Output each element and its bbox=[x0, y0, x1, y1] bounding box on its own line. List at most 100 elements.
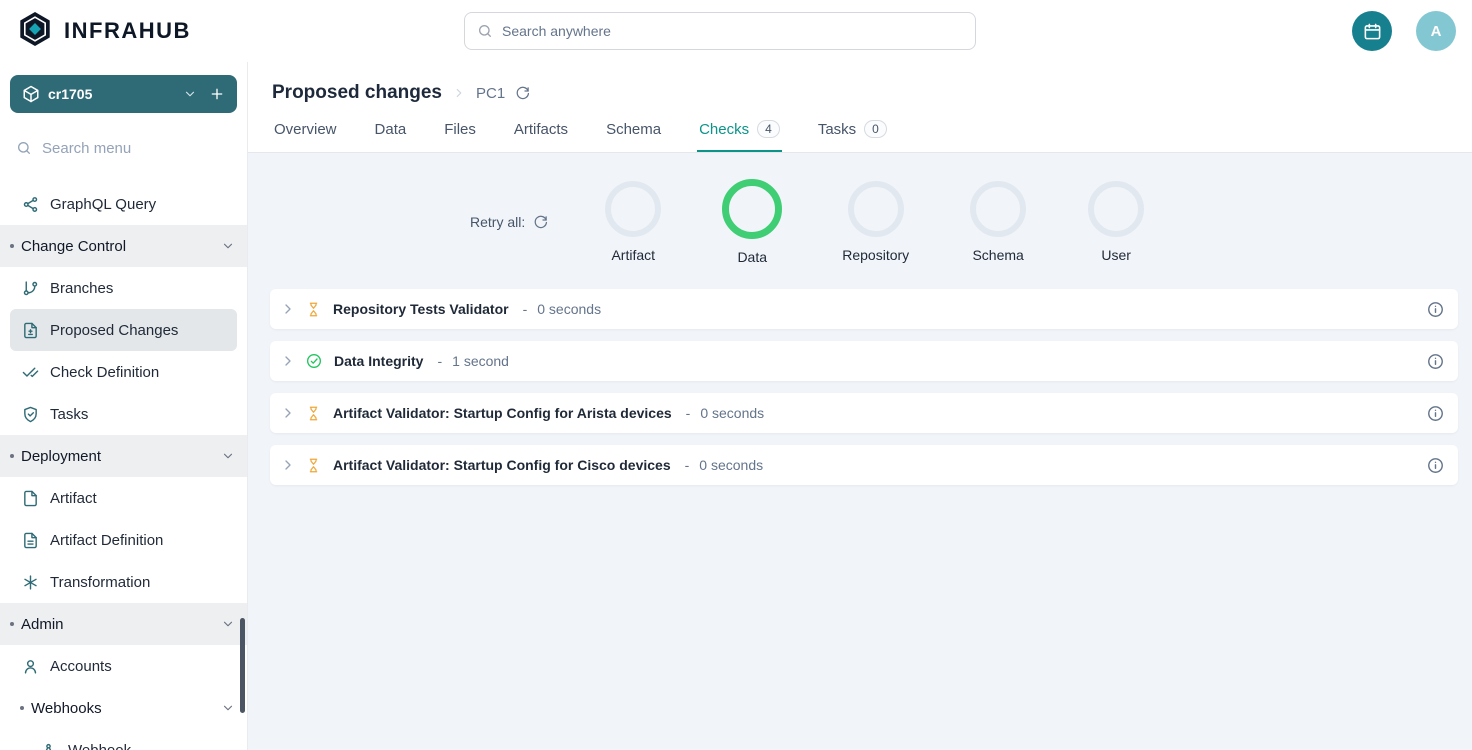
tab-overview[interactable]: Overview bbox=[272, 116, 339, 152]
artifact-definition-icon bbox=[22, 532, 39, 549]
graphql-icon bbox=[22, 196, 39, 213]
sidebar-item-accounts[interactable]: Accounts bbox=[10, 645, 237, 687]
page-title: Proposed changes bbox=[272, 82, 442, 104]
checks-panel: Retry all: Artifact Data Repository Sche… bbox=[248, 153, 1472, 750]
checks-header: Retry all: Artifact Data Repository Sche… bbox=[248, 153, 1472, 289]
validator-label: Schema bbox=[972, 247, 1023, 263]
transformation-icon bbox=[22, 574, 39, 591]
info-icon[interactable] bbox=[1427, 353, 1444, 370]
sidebar-scrollbar-thumb[interactable] bbox=[240, 618, 245, 713]
validator-label: User bbox=[1101, 247, 1131, 263]
sidebar-menu: GraphQL Query Change Control Branches Pr… bbox=[0, 169, 247, 750]
sidebar-section-deployment[interactable]: Deployment bbox=[0, 435, 247, 477]
check-row-artifact-validator-startup-config-for-arista-devices[interactable]: Artifact Validator: Startup Config for A… bbox=[270, 393, 1458, 433]
chevron-down-icon bbox=[221, 239, 235, 253]
info-icon[interactable] bbox=[1427, 405, 1444, 422]
accounts-icon bbox=[22, 658, 39, 675]
sidebar-section-change-control[interactable]: Change Control bbox=[0, 225, 247, 267]
tab-checks[interactable]: Checks 4 bbox=[697, 116, 782, 152]
search-icon bbox=[477, 23, 493, 39]
time-travel-button[interactable] bbox=[1352, 11, 1392, 51]
check-duration: 0 seconds bbox=[537, 301, 601, 317]
global-search[interactable] bbox=[464, 12, 976, 50]
validator-data[interactable]: Data bbox=[722, 179, 782, 265]
bullet-icon bbox=[20, 706, 24, 710]
hourglass-icon bbox=[306, 406, 321, 421]
retry-all-label: Retry all: bbox=[470, 214, 525, 230]
topbar-actions: A bbox=[1352, 11, 1456, 51]
hourglass-icon bbox=[306, 458, 321, 473]
validator-rings: Artifact Data Repository Schema User bbox=[604, 179, 1145, 265]
chevron-right-icon[interactable] bbox=[280, 457, 296, 473]
sidebar-item-graphql-query[interactable]: GraphQL Query bbox=[10, 183, 237, 225]
check-row-artifact-validator-startup-config-for-cisco-devices[interactable]: Artifact Validator: Startup Config for C… bbox=[270, 445, 1458, 485]
artifact-icon bbox=[22, 490, 39, 507]
info-icon[interactable] bbox=[1427, 457, 1444, 474]
brand-name: INFRAHUB bbox=[64, 18, 191, 44]
info-icon[interactable] bbox=[1427, 301, 1444, 318]
add-branch-button[interactable] bbox=[209, 86, 225, 102]
check-separator: - bbox=[685, 457, 690, 473]
tab-data[interactable]: Data bbox=[373, 116, 409, 152]
infrahub-logo[interactable]: INFRAHUB bbox=[16, 10, 248, 53]
sidebar-item-webhook[interactable]: Webhook bbox=[10, 729, 237, 750]
sidebar-item-artifact-definition[interactable]: Artifact Definition bbox=[10, 519, 237, 561]
sidebar: cr1705 GraphQL Query Change Control Bran… bbox=[0, 62, 248, 750]
avatar[interactable]: A bbox=[1416, 11, 1456, 51]
validator-artifact[interactable]: Artifact bbox=[604, 181, 662, 263]
sidebar-item-check-definition[interactable]: Check Definition bbox=[10, 351, 237, 393]
sidebar-item-branches[interactable]: Branches bbox=[10, 267, 237, 309]
check-title: Data Integrity bbox=[334, 353, 423, 369]
sidebar-item-tasks[interactable]: Tasks bbox=[10, 393, 237, 435]
sidebar-item-artifact[interactable]: Artifact bbox=[10, 477, 237, 519]
check-separator: - bbox=[523, 301, 528, 317]
sidebar-item-transformation[interactable]: Transformation bbox=[10, 561, 237, 603]
circle-check-icon bbox=[306, 353, 322, 369]
menu-search[interactable] bbox=[0, 127, 247, 169]
tab-tasks[interactable]: Tasks 0 bbox=[816, 116, 889, 152]
sidebar-section-webhooks[interactable]: Webhooks bbox=[0, 687, 247, 729]
check-row-data-integrity[interactable]: Data Integrity - 1 second bbox=[270, 341, 1458, 381]
sidebar-item-label: Proposed Changes bbox=[50, 322, 178, 339]
refresh-icon[interactable] bbox=[515, 86, 530, 101]
tab-schema[interactable]: Schema bbox=[604, 116, 663, 152]
sidebar-item-label: Branches bbox=[50, 280, 113, 297]
retry-all-button[interactable]: Retry all: bbox=[470, 214, 548, 230]
breadcrumb-item[interactable]: PC1 bbox=[476, 85, 505, 102]
tab-badge: 0 bbox=[864, 120, 887, 138]
chevron-right-icon[interactable] bbox=[280, 301, 296, 317]
check-definition-icon bbox=[22, 364, 39, 381]
check-row-repository-tests-validator[interactable]: Repository Tests Validator - 0 seconds bbox=[270, 289, 1458, 329]
tab-badge: 4 bbox=[757, 120, 780, 138]
validator-ring[interactable] bbox=[848, 181, 904, 237]
branches-icon bbox=[22, 280, 39, 297]
chevron-right-icon bbox=[452, 86, 466, 100]
branch-selector[interactable]: cr1705 bbox=[10, 75, 237, 113]
page-header: Proposed changes PC1 Overview Data Files… bbox=[248, 62, 1472, 153]
main: Proposed changes PC1 Overview Data Files… bbox=[248, 62, 1472, 750]
chevron-right-icon[interactable] bbox=[280, 353, 296, 369]
validator-user[interactable]: User bbox=[1087, 181, 1145, 263]
bullet-icon bbox=[10, 622, 14, 626]
chevron-down-icon bbox=[221, 701, 235, 715]
global-search-input[interactable] bbox=[502, 23, 963, 39]
validator-ring[interactable] bbox=[970, 181, 1026, 237]
tab-files[interactable]: Files bbox=[442, 116, 478, 152]
calendar-clock-icon bbox=[1363, 22, 1382, 41]
bullet-icon bbox=[10, 454, 14, 458]
sidebar-section-admin[interactable]: Admin bbox=[0, 603, 247, 645]
shell: cr1705 GraphQL Query Change Control Bran… bbox=[0, 62, 1472, 750]
validator-repository[interactable]: Repository bbox=[842, 181, 909, 263]
check-title: Repository Tests Validator bbox=[333, 301, 509, 317]
validator-ring[interactable] bbox=[605, 181, 661, 237]
menu-search-input[interactable] bbox=[42, 140, 241, 157]
sidebar-item-label: Check Definition bbox=[50, 364, 159, 381]
sidebar-item-proposed-changes[interactable]: Proposed Changes bbox=[10, 309, 237, 351]
validator-ring[interactable] bbox=[1088, 181, 1144, 237]
validator-schema[interactable]: Schema bbox=[969, 181, 1027, 263]
chevron-down-icon bbox=[221, 617, 235, 631]
check-separator: - bbox=[686, 405, 691, 421]
tab-artifacts[interactable]: Artifacts bbox=[512, 116, 570, 152]
validator-ring[interactable] bbox=[722, 179, 782, 239]
chevron-right-icon[interactable] bbox=[280, 405, 296, 421]
